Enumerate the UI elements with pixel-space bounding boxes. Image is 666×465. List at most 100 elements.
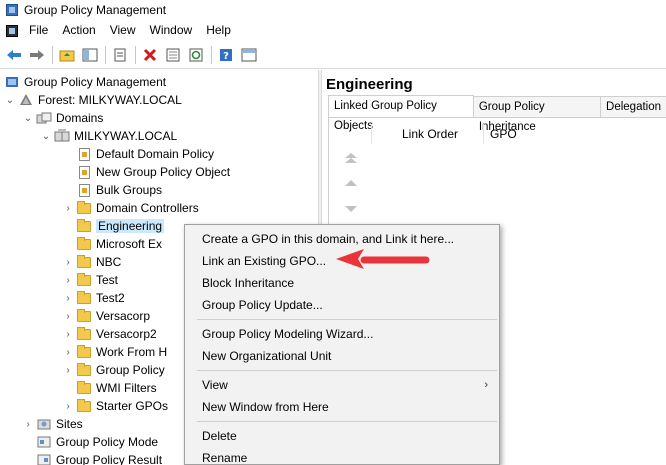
folder-up-icon[interactable] [57,45,77,65]
chevron-down-icon[interactable]: ⌄ [22,109,34,127]
forward-icon[interactable] [27,45,47,65]
tree-label-results: Group Policy Result [56,453,163,465]
tree-item-microsoft-ex[interactable]: Microsoft Ex [62,235,162,253]
tab-linked-gpos[interactable]: Linked Group Policy Objects [328,95,474,132]
chevron-right-icon[interactable]: › [62,361,74,379]
tree-label-forest: Forest: MILKYWAY.LOCAL [38,93,182,107]
move-top-icon[interactable] [343,152,359,166]
menu-window[interactable]: Window [143,20,200,41]
tree-label: Starter GPOs [96,399,169,413]
details-tabs: Linked Group Policy Objects Group Policy… [328,95,666,133]
tree-item-versacorp2[interactable]: › Versacorp2 [62,325,157,343]
chevron-right-icon[interactable]: › [62,343,74,361]
tree-label: Test [96,273,119,287]
tree-item-results[interactable]: Group Policy Result [22,451,162,465]
ou-folder-icon [76,254,92,269]
show-tree-icon[interactable] [80,45,100,65]
menu-item-delete[interactable]: Delete [186,425,498,447]
tree-item-domain[interactable]: ⌄ MILKYWAY.LOCAL [40,127,177,145]
delete-icon[interactable] [140,45,160,65]
tree-item-work-from-home[interactable]: › Work From H [62,343,167,361]
help-icon[interactable]: ? [216,45,236,65]
ou-folder-icon [76,344,92,359]
gpo-link-icon [76,165,92,179]
console-menu-icon[interactable] [6,24,18,37]
tree-label-sites: Sites [56,417,83,431]
tree-item-forest[interactable]: ⌄ Forest: MILKYWAY.LOCAL [4,91,182,109]
toolbar-separator [211,45,212,64]
console-icon[interactable] [239,45,259,65]
toolbar: ? [0,41,666,69]
tab-delegation[interactable]: Delegation [600,96,666,117]
details-title: Engineering [326,76,413,93]
chevron-right-icon[interactable]: › [62,289,74,307]
ou-folder-icon [76,398,92,413]
tree-item-modeling[interactable]: Group Policy Mode [22,433,158,451]
app-icon [6,4,18,16]
menu-item-rename[interactable]: Rename [186,447,498,465]
gpm-console-icon [4,75,20,89]
chevron-right-icon[interactable]: › [62,253,74,271]
tree-item-nbc[interactable]: › NBC [62,253,121,271]
tree-label-domain: MILKYWAY.LOCAL [74,129,178,143]
tree-item-root[interactable]: Group Policy Management [4,73,166,91]
tree-item-sites[interactable]: › Sites [22,415,83,433]
domains-icon [36,111,52,125]
menu-item-modeling-wizard[interactable]: Group Policy Modeling Wizard... [186,323,498,345]
menu-item-new-ou[interactable]: New Organizational Unit [186,345,498,367]
ou-folder-icon [76,290,92,305]
tree-item-starter-gpos[interactable]: › Starter GPOs [62,397,168,415]
tree-item-default-domain-policy[interactable]: Default Domain Policy [62,145,214,163]
move-down-icon[interactable] [343,204,359,218]
column-header-link-order[interactable]: Link Order [372,124,484,144]
tree-label: NBC [96,255,122,269]
menu-item-new-window[interactable]: New Window from Here [186,396,498,418]
chevron-down-icon[interactable]: ⌄ [4,91,16,109]
tab-gp-inheritance[interactable]: Group Policy Inheritance [472,96,602,133]
gpo-link-icon [76,183,92,197]
tree-item-domains[interactable]: ⌄ Domains [22,109,104,127]
menu-help[interactable]: Help [199,20,238,41]
chevron-right-icon[interactable]: › [62,307,74,325]
back-icon[interactable] [4,45,24,65]
column-header-gpo[interactable]: GPO [484,127,517,141]
toolbar-separator [105,45,106,64]
tree-item-wmi-filters[interactable]: WMI Filters [62,379,157,397]
tree-label: Versacorp2 [96,327,157,341]
menu-separator [197,319,497,320]
ou-folder-icon [76,380,92,395]
annotation-arrow-icon [336,249,430,269]
tree-item-domain-controllers[interactable]: › Domain Controllers [62,199,199,217]
menu-item-block-inheritance[interactable]: Block Inheritance [186,272,498,294]
chevron-right-icon[interactable]: › [62,325,74,343]
results-icon [36,453,52,465]
tree-label: WMI Filters [96,381,157,395]
menu-file[interactable]: File [22,20,55,41]
menu-separator [197,370,497,371]
tree-item-test[interactable]: › Test [62,271,118,289]
menu-view[interactable]: View [103,20,143,41]
chevron-down-icon[interactable]: ⌄ [40,127,52,145]
tree-item-engineering[interactable]: Engineering [62,217,165,235]
chevron-right-icon[interactable]: › [22,415,34,433]
menu-item-gp-update[interactable]: Group Policy Update... [186,294,498,316]
chevron-right-icon[interactable]: › [62,271,74,289]
gpo-link-icon [76,147,92,161]
menu-action[interactable]: Action [55,20,102,41]
move-up-icon[interactable] [343,178,359,192]
domain-icon [54,129,70,143]
tree-item-versacorp[interactable]: › Versacorp [62,307,150,325]
tree-item-test2[interactable]: › Test2 [62,289,125,307]
window-title: Group Policy Management [24,3,167,17]
menu-bar: File Action View Window Help [0,20,666,41]
tree-item-group-policy-objects[interactable]: › Group Policy [62,361,165,379]
tree-item-bulk-groups[interactable]: Bulk Groups [62,181,162,199]
properties-icon[interactable] [110,45,130,65]
refresh-icon[interactable] [186,45,206,65]
menu-item-view[interactable]: View › [186,374,498,396]
tree-label: Domain Controllers [96,201,199,215]
export-icon[interactable] [163,45,183,65]
chevron-right-icon[interactable]: › [62,199,74,217]
tree-item-new-gpo[interactable]: New Group Policy Object [62,163,230,181]
chevron-right-icon[interactable]: › [62,397,74,415]
